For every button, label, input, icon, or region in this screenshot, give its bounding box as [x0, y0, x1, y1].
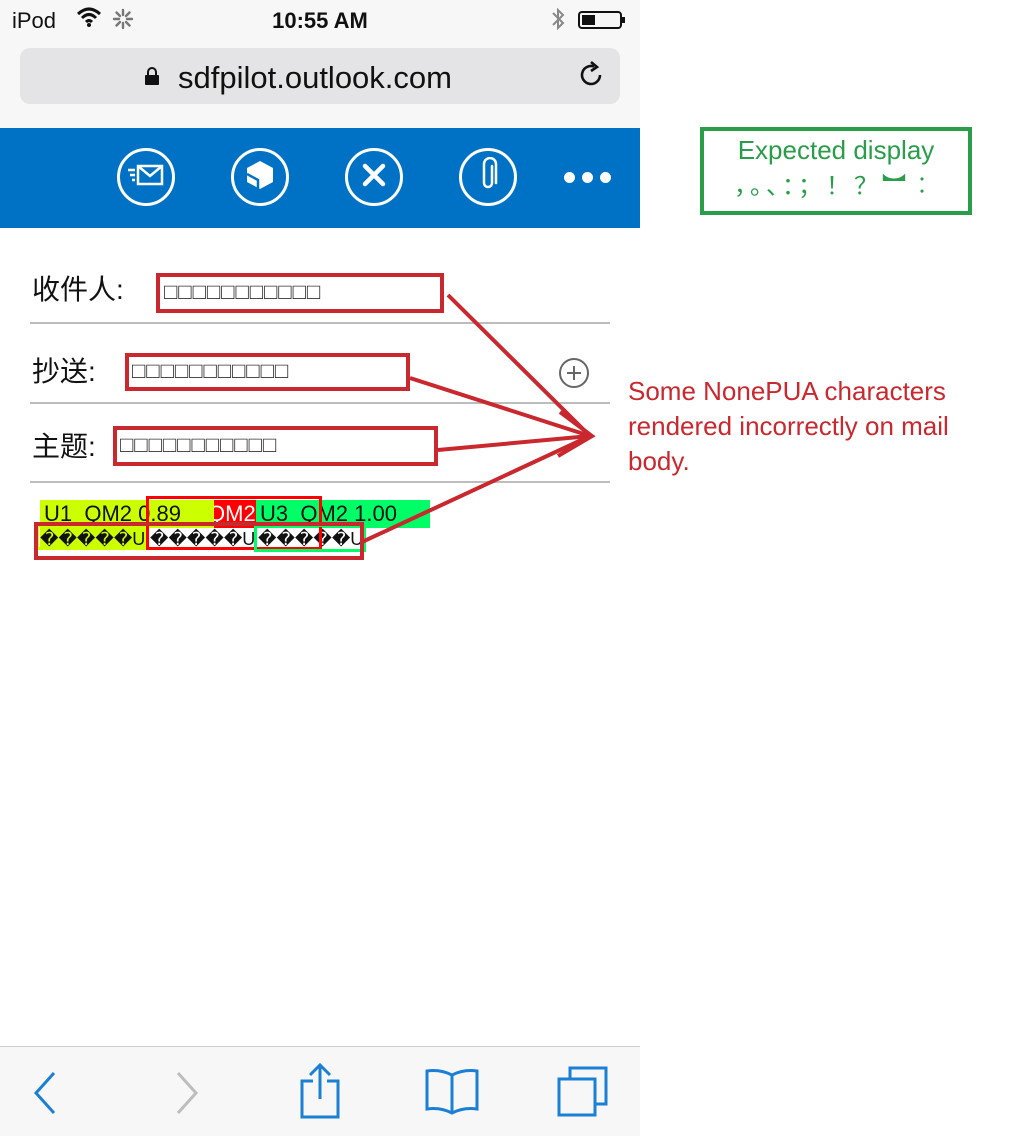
expected-chars: ，。、：；！？︼︰ [734, 173, 938, 200]
expected-display-box: Expected display ，。、：；！？︼︰ [700, 127, 972, 215]
expected-title: Expected display [737, 135, 935, 165]
bug-note: Some NonePUA characters rendered incorre… [628, 376, 949, 476]
